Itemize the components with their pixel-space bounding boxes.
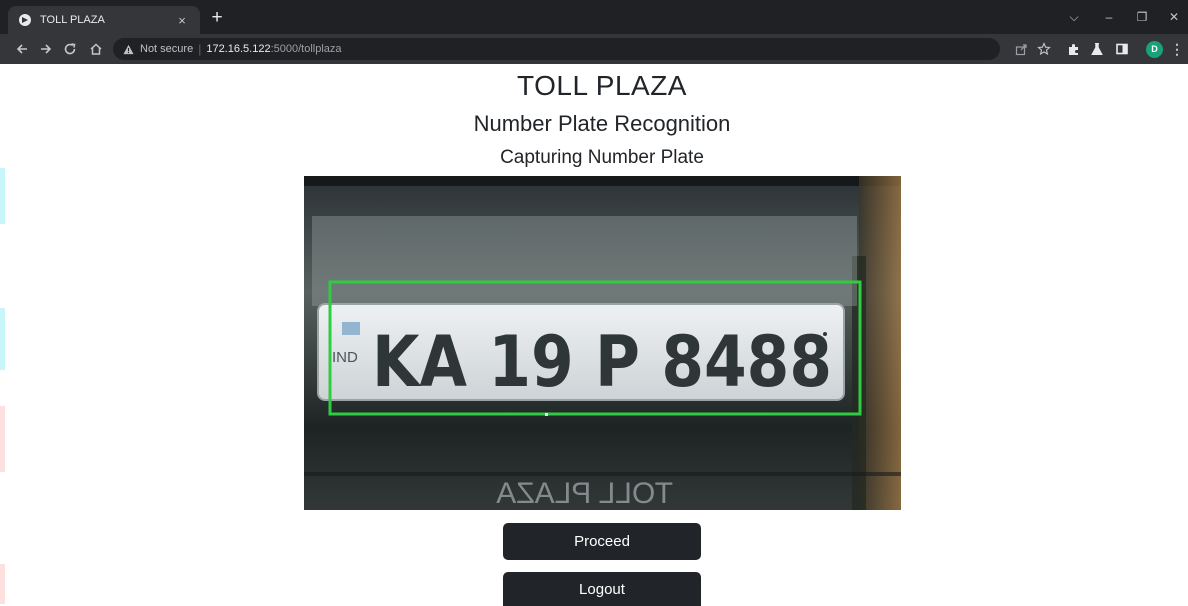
browser-menu-icon[interactable]: ⋮ (1170, 41, 1184, 57)
proceed-button[interactable]: Proceed (503, 523, 701, 560)
url-host: 172.16.5.122 (206, 43, 271, 55)
flask-glyph (1091, 43, 1103, 55)
panel-glyph (1116, 43, 1128, 55)
logout-button[interactable]: Logout (503, 572, 701, 606)
browser-tab[interactable]: TOLL PLAZA × (8, 6, 200, 34)
share-icon[interactable] (1013, 41, 1029, 57)
arrow-right-icon (41, 44, 52, 54)
page-subtitle: Number Plate Recognition (473, 111, 731, 136)
home-button[interactable] (86, 39, 106, 59)
puzzle-glyph (1069, 44, 1078, 55)
tab-search-icon[interactable]: ⌵ (1066, 9, 1082, 25)
browser-toolbar: Not secure | 172.16.5.122:5000/tollplaza… (0, 34, 1188, 64)
reflection-text: TOLL PLAZA (496, 477, 673, 510)
security-label[interactable]: Not secure (140, 43, 193, 55)
labs-flask-icon[interactable] (1089, 41, 1105, 57)
star-glyph (1037, 42, 1051, 56)
globe-icon (19, 14, 31, 26)
url-path: :5000/tollplaza (270, 43, 342, 55)
minimize-button[interactable]: – (1101, 9, 1117, 25)
reload-button[interactable] (60, 39, 80, 59)
tab-title: TOLL PLAZA (40, 14, 105, 26)
camera-top-shadow (304, 176, 901, 186)
restore-button[interactable]: ❐ (1134, 9, 1150, 25)
plate-number-text: KA 19 P 8488 (372, 321, 832, 403)
home-icon (90, 43, 102, 55)
back-button[interactable] (12, 39, 32, 59)
camera-feed: IND KA 19 P 8488 TOLL PLAZA (304, 176, 901, 510)
edge-artifact (0, 308, 5, 370)
edge-artifact (0, 406, 5, 472)
side-panel-icon[interactable] (1114, 41, 1130, 57)
tab-close-icon[interactable]: × (174, 13, 190, 28)
edge-artifact (0, 168, 5, 224)
reflection-group: TOLL PLAZA (496, 477, 673, 510)
page-title: TOLL PLAZA (517, 70, 687, 101)
arrow-left-icon (16, 44, 27, 54)
address-bar[interactable]: Not secure | 172.16.5.122:5000/tollplaza (113, 38, 1000, 60)
page-content: TOLL PLAZA Number Plate Recognition Capt… (0, 64, 1188, 606)
extensions-icon[interactable] (1066, 41, 1082, 57)
reload-icon (64, 43, 76, 55)
forward-button[interactable] (36, 39, 56, 59)
share-glyph (1015, 43, 1027, 55)
edge-artifact (0, 564, 5, 604)
wall-highlight (312, 216, 857, 306)
new-tab-button[interactable]: + (207, 8, 227, 28)
bookmark-star-icon[interactable] (1036, 41, 1052, 57)
capture-status: Capturing Number Plate (500, 147, 704, 168)
plate-rivet (823, 332, 827, 336)
url-separator: | (198, 42, 202, 56)
profile-avatar[interactable]: D (1146, 41, 1163, 58)
warning-icon (123, 44, 134, 54)
center-marker (545, 413, 548, 416)
window-close-button[interactable]: ✕ (1166, 9, 1182, 25)
plate-emblem (342, 322, 360, 335)
plate-country-code: IND (332, 349, 358, 366)
bottom-edge (304, 472, 901, 476)
browser-tabstrip: TOLL PLAZA × + ⌵ – ❐ ✕ (0, 0, 1188, 34)
